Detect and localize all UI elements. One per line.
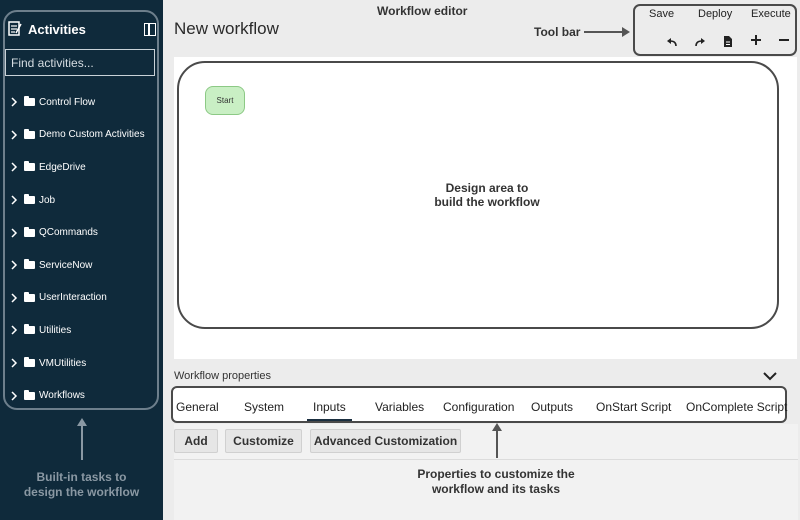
chevron-right-icon[interactable]: [8, 390, 20, 402]
collapse-sidebar-icon[interactable]: [144, 22, 156, 36]
tree-item[interactable]: QCommands: [8, 216, 156, 249]
folder-icon: [24, 226, 35, 237]
folder-icon: [24, 128, 35, 139]
tab-system[interactable]: System: [244, 400, 284, 414]
properties-annotation-arrow: [492, 423, 502, 458]
toolbar-annotation-arrow: [584, 27, 630, 37]
tab-inputs[interactable]: Inputs: [307, 400, 352, 421]
undo-icon[interactable]: [666, 36, 678, 51]
editor-annotation-label: Workflow editor: [377, 4, 468, 18]
properties-annotation-caption: Properties to customize the workflow and…: [400, 467, 592, 497]
workflow-properties-title: Workflow properties: [174, 370, 271, 382]
tab-configuration[interactable]: Configuration: [443, 400, 514, 414]
folder-icon: [24, 96, 35, 107]
chevron-right-icon[interactable]: [8, 292, 20, 304]
folder-icon: [24, 324, 35, 335]
design-label-line: build the workflow: [434, 195, 540, 209]
sidebar-header: Activities: [8, 18, 156, 40]
document-icon[interactable]: [723, 35, 733, 51]
advanced-customization-button[interactable]: Advanced Customization: [310, 429, 461, 453]
execute-button[interactable]: Execute: [751, 8, 791, 20]
chevron-right-icon[interactable]: [8, 129, 20, 141]
zoom-in-icon[interactable]: [750, 34, 762, 49]
chevron-right-icon[interactable]: [8, 96, 20, 108]
save-button[interactable]: Save: [649, 8, 674, 20]
panel-divider: [174, 459, 798, 460]
tab-outputs[interactable]: Outputs: [531, 400, 573, 414]
tab-onstart-script[interactable]: OnStart Script: [596, 400, 671, 414]
chevron-right-icon[interactable]: [8, 259, 20, 271]
deploy-button[interactable]: Deploy: [698, 8, 732, 20]
chevron-right-icon[interactable]: [8, 161, 20, 173]
sidebar-annotation-arrow: [77, 418, 87, 460]
activities-tree: Control Flow Demo Custom Activities Edge…: [8, 86, 156, 412]
chevron-down-icon[interactable]: [763, 368, 777, 381]
activities-icon: [8, 21, 22, 37]
folder-icon: [24, 357, 35, 368]
tree-item-label: QCommands: [39, 227, 98, 239]
tree-item[interactable]: Utilities: [8, 314, 156, 347]
tree-item[interactable]: Control Flow: [8, 86, 156, 119]
tree-item-label: Workflows: [39, 390, 85, 402]
add-button[interactable]: Add: [174, 429, 218, 453]
tree-item-label: Demo Custom Activities: [39, 129, 145, 141]
properties-tabs: General System Inputs Variables Configur…: [171, 386, 787, 423]
tree-item[interactable]: VMUtilities: [8, 347, 156, 380]
chevron-right-icon[interactable]: [8, 194, 20, 206]
zoom-out-icon[interactable]: [778, 34, 790, 49]
activities-search-input[interactable]: [5, 49, 155, 76]
tree-item-label: VMUtilities: [39, 357, 87, 369]
tab-oncomplete-script[interactable]: OnComplete Script: [686, 400, 787, 414]
tree-item-label: Utilities: [39, 324, 72, 336]
tab-variables[interactable]: Variables: [375, 400, 424, 414]
folder-icon: [24, 291, 35, 302]
sidebar-annotation-caption: Built-in tasks to design the workflow: [0, 470, 163, 500]
tree-item[interactable]: UserInteraction: [8, 282, 156, 315]
toolbar-annotation-caption: Tool bar: [534, 25, 581, 39]
properties-caption-line: Properties to customize the: [417, 467, 575, 481]
chevron-right-icon[interactable]: [8, 357, 20, 369]
tree-item[interactable]: Demo Custom Activities: [8, 119, 156, 152]
tree-item-label: EdgeDrive: [39, 161, 86, 173]
sidebar-caption-line: Built-in tasks to: [36, 470, 127, 484]
tree-item-label: UserInteraction: [39, 292, 107, 304]
redo-icon[interactable]: [694, 36, 706, 51]
chevron-right-icon[interactable]: [8, 324, 20, 336]
design-label-line: Design area to: [445, 181, 529, 195]
tree-item[interactable]: Job: [8, 184, 156, 217]
tree-item[interactable]: Workflows: [8, 379, 156, 412]
folder-icon: [24, 161, 35, 172]
start-node[interactable]: Start: [205, 86, 245, 115]
chevron-right-icon[interactable]: [8, 227, 20, 239]
tree-item-label: Control Flow: [39, 96, 96, 108]
properties-caption-line: workflow and its tasks: [431, 482, 561, 496]
tree-item[interactable]: ServiceNow: [8, 249, 156, 282]
folder-icon: [24, 389, 35, 400]
sidebar-caption-line: design the workflow: [23, 485, 140, 499]
tree-item[interactable]: EdgeDrive: [8, 151, 156, 184]
activities-sidebar: Activities Control Flow Demo Custom Acti…: [0, 0, 163, 520]
sidebar-title: Activities: [28, 21, 86, 37]
tree-item-label: Job: [39, 194, 56, 206]
tree-item-label: ServiceNow: [39, 259, 93, 271]
design-area-annotation: Design area to build the workflow: [407, 181, 567, 209]
customize-button[interactable]: Customize: [225, 429, 302, 453]
folder-icon: [24, 259, 35, 270]
tab-general[interactable]: General: [176, 400, 219, 414]
workflow-title: New workflow: [174, 19, 279, 38]
folder-icon: [24, 194, 35, 205]
